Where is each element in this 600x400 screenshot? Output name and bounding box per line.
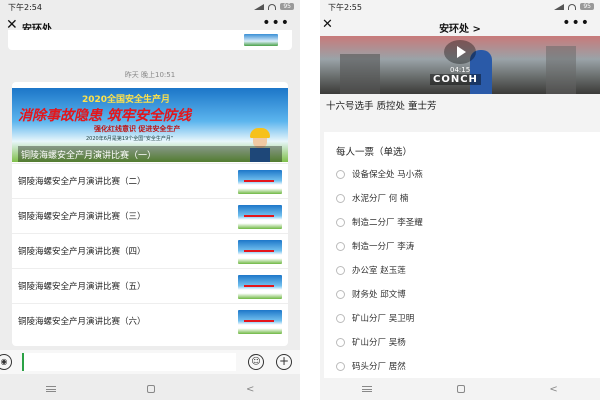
menu-icon[interactable] <box>362 386 373 392</box>
radio-button[interactable] <box>336 338 345 347</box>
back-icon[interactable]: < <box>549 384 557 395</box>
option-label: 码头分厂 居然 <box>352 362 406 372</box>
chat-input-bar: ◉ ☺ + <box>0 350 300 374</box>
option-label: 矿山分厂 吴杨 <box>352 338 406 348</box>
battery-icon: 95 <box>580 3 594 10</box>
option-label: 设备保全处 马小燕 <box>352 170 423 180</box>
signal-icon <box>254 3 265 10</box>
message-timestamp: 昨天 晚上10:51 <box>124 71 176 79</box>
article-title: 铜陵海螺安全产月演讲比赛（三） <box>18 212 146 222</box>
radio-button[interactable] <box>336 170 345 179</box>
emoji-icon[interactable]: ☺ <box>248 354 264 370</box>
more-options-icon[interactable]: ••• <box>562 15 590 31</box>
voice-input-icon[interactable]: ◉ <box>0 354 12 370</box>
radio-button[interactable] <box>336 314 345 323</box>
radio-button[interactable] <box>336 218 345 227</box>
poll-option[interactable]: 矿山分厂 吴卫明 <box>336 308 600 332</box>
wifi-icon <box>568 3 577 10</box>
signal-icon <box>554 3 565 10</box>
poll-option[interactable]: 设备保全处 马小燕 <box>336 164 600 188</box>
chat-screen: 下午2:54 95 ✕ 安环处 ••• 昨天 晚上10:51 2020全国安全生… <box>0 0 300 400</box>
option-label: 财务处 邱文博 <box>352 290 406 300</box>
poll-option[interactable]: 制造一分厂 李涛 <box>336 236 600 260</box>
home-icon[interactable] <box>456 385 465 393</box>
video-duration: 04:15 <box>450 66 471 74</box>
news-card-title: 铜陵海螺安全产月演讲比赛（一） <box>18 146 282 162</box>
news-banner[interactable]: 2020全国安全生产月 消除事故隐患 筑牢安全防线 强化红线意识 促进安全生产 … <box>12 88 288 162</box>
banner-note: 2020年6月是第19个全国“安全生产月” <box>86 136 174 142</box>
option-label: 办公室 赵玉莲 <box>352 266 406 276</box>
poll-option[interactable]: 财务处 邱文博 <box>336 284 600 308</box>
radio-button[interactable] <box>336 266 345 275</box>
wifi-icon <box>268 3 277 10</box>
video-background <box>340 54 380 94</box>
screenshot-composite: 下午2:54 95 ✕ 安环处 ••• 昨天 晚上10:51 2020全国安全生… <box>0 0 600 400</box>
article-thumbnail <box>238 275 282 299</box>
article-thumbnail <box>238 205 282 229</box>
radio-button[interactable] <box>336 290 345 299</box>
article-thumbnail <box>238 240 282 264</box>
article-title: 铜陵海螺安全产月演讲比赛（六） <box>18 317 146 327</box>
article-title: 铜陵海螺安全产月演讲比赛（四） <box>18 247 146 257</box>
article-title: 铜陵海螺安全产月演讲比赛（五） <box>18 282 146 292</box>
plus-icon[interactable]: + <box>276 354 292 370</box>
radio-button[interactable] <box>336 194 345 203</box>
article-title: 铜陵海螺安全产月演讲比赛（二） <box>18 177 146 187</box>
banner-slogan: 强化红线意识 促进安全生产 <box>94 125 181 133</box>
option-label: 制造一分厂 李涛 <box>352 242 415 252</box>
news-article-item[interactable]: 铜陵海螺安全产月演讲比赛（六） <box>12 303 288 338</box>
account-title-link[interactable]: 安环处 > <box>320 20 600 35</box>
status-time: 下午2:54 <box>8 3 42 12</box>
back-icon[interactable]: < <box>246 384 254 395</box>
status-bar: 下午2:54 95 <box>0 0 300 14</box>
home-icon[interactable] <box>146 385 155 393</box>
option-label: 矿山分厂 吴卫明 <box>352 314 415 324</box>
video-brand-logo: CONCH <box>430 74 481 85</box>
battery-icon: 95 <box>280 3 294 10</box>
poll-option[interactable]: 码头分厂 居然 <box>336 356 600 380</box>
status-bar: 下午2:55 95 <box>320 0 600 14</box>
video-player[interactable]: CONCH 04:15 <box>320 36 600 94</box>
radio-button[interactable] <box>336 362 345 371</box>
banner-year-text: 2020全国安全生产月 <box>82 95 171 105</box>
option-label: 制造二分厂 李圣耀 <box>352 218 423 228</box>
vote-poll: 每人一票（单选） 设备保全处 马小燕 水泥分厂 何 楠 制造二分厂 李圣耀 制造… <box>324 132 600 378</box>
menu-icon[interactable] <box>45 386 56 392</box>
poll-option[interactable]: 水泥分厂 何 楠 <box>336 188 600 212</box>
poll-option[interactable]: 办公室 赵玉莲 <box>336 260 600 284</box>
poll-option[interactable]: 矿山分厂 吴杨 <box>336 332 600 356</box>
message-input[interactable] <box>22 353 236 371</box>
news-card: 2020全国安全生产月 消除事故隐患 筑牢安全防线 强化红线意识 促进安全生产 … <box>12 82 288 346</box>
article-screen: 下午2:55 95 ✕ 安环处 > ••• CONCH 04:15 十六号选手 … <box>320 0 600 400</box>
radio-button[interactable] <box>336 242 345 251</box>
system-navigation-bar: < <box>320 378 600 400</box>
poll-option[interactable]: 制造二分厂 李圣耀 <box>336 212 600 236</box>
system-navigation-bar: < <box>0 378 300 400</box>
news-article-item[interactable]: 铜陵海螺安全产月演讲比赛（二） <box>12 163 288 198</box>
play-icon[interactable] <box>444 40 476 64</box>
more-options-icon[interactable]: ••• <box>262 15 290 31</box>
news-article-item[interactable]: 铜陵海螺安全产月演讲比赛（三） <box>12 198 288 233</box>
article-thumbnail <box>244 34 278 46</box>
status-time: 下午2:55 <box>328 3 362 12</box>
option-label: 水泥分厂 何 楠 <box>352 194 409 204</box>
video-caption: 十六号选手 质控处 童士芳 <box>326 101 437 112</box>
news-article-item[interactable]: 铜陵海螺安全产月演讲比赛（五） <box>12 268 288 303</box>
video-background <box>546 46 576 94</box>
previous-message-card[interactable] <box>8 30 292 50</box>
banner-headline: 消除事故隐患 筑牢安全防线 <box>18 108 191 124</box>
article-thumbnail <box>238 170 282 194</box>
news-article-item[interactable]: 铜陵海螺安全产月演讲比赛（四） <box>12 233 288 268</box>
poll-title: 每人一票（单选） <box>336 147 413 158</box>
article-thumbnail <box>238 310 282 334</box>
